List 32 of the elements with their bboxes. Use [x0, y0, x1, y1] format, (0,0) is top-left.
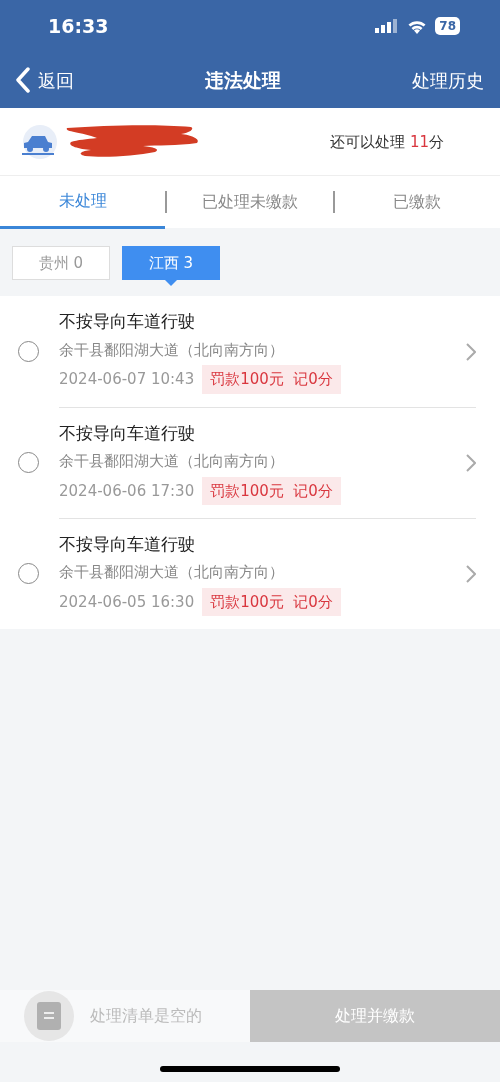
violation-location: 余干县鄱阳湖大道（北向南方向）: [59, 451, 285, 473]
violation-title: 不按导向车道行驶: [59, 421, 196, 445]
violation-time: 2024-06-06 17:30: [59, 480, 195, 502]
remaining-points-text: 还可以处理 11分: [330, 131, 444, 153]
signal-icon: [375, 19, 400, 33]
penalty-tag: 罚款100元 记0分: [202, 476, 341, 506]
violation-time: 2024-06-07 10:43: [59, 369, 195, 391]
page-title: 违法处理: [205, 67, 281, 93]
history-link[interactable]: 处理历史: [412, 66, 484, 94]
back-button[interactable]: 返回: [16, 66, 74, 94]
violation-location: 余干县鄱阳湖大道（北向南方向）: [59, 339, 285, 361]
chevron-right-icon[interactable]: [466, 454, 476, 472]
cart-icon[interactable]: [24, 991, 74, 1041]
violation-title: 不按导向车道行驶: [59, 310, 196, 334]
region-filter[interactable]: 江西 3: [122, 246, 220, 280]
violation-time: 2024-06-05 16:30: [59, 591, 195, 613]
penalty-tag: 罚款100元 记0分: [202, 587, 341, 617]
back-icon: [16, 67, 30, 93]
region-filter[interactable]: 贵州 0: [12, 246, 110, 280]
tab[interactable]: 已缴款: [334, 175, 500, 229]
violation-location: 余干县鄱阳湖大道（北向南方向）: [59, 562, 285, 584]
status-time: 16:33: [48, 13, 109, 39]
tab[interactable]: 未处理: [0, 175, 166, 229]
tab[interactable]: 已处理未缴款: [167, 175, 333, 229]
chevron-right-icon[interactable]: [466, 565, 476, 583]
chevron-right-icon[interactable]: [466, 342, 476, 361]
battery-level: 78: [435, 17, 460, 35]
pointer-icon: [165, 280, 177, 286]
violation-title: 不按导向车道行驶: [59, 532, 196, 556]
cart-status-text: 处理清单是空的: [90, 1005, 203, 1027]
penalty-tag: 罚款100元 记0分: [202, 365, 341, 394]
wifi-icon: [407, 18, 428, 34]
